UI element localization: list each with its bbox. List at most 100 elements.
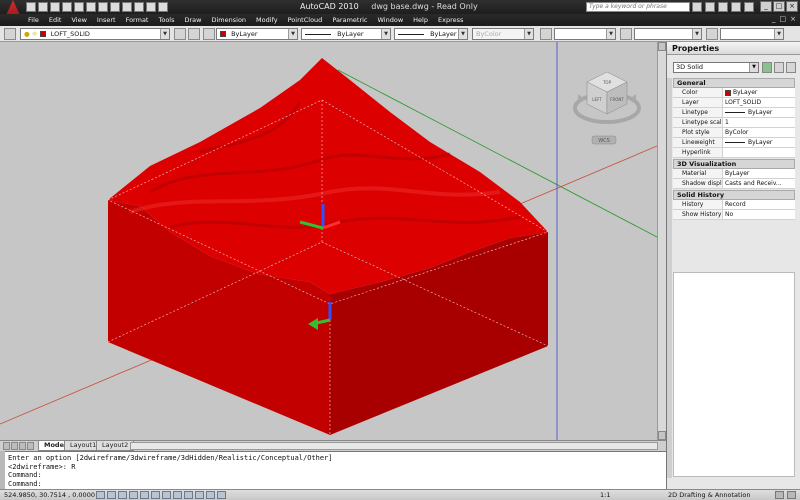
menu-help[interactable]: Help [413, 16, 428, 24]
property-row-linetype[interactable]: Linetype ByLayer [673, 108, 795, 118]
viewcube-top-label[interactable]: TOP [602, 80, 612, 85]
text-style-dropdown[interactable]: ▼ [554, 28, 616, 40]
chevron-down-icon[interactable]: ▼ [458, 29, 467, 39]
tab-first-icon[interactable] [3, 442, 10, 450]
selection-cycling-icon[interactable] [217, 491, 226, 499]
menu-edit[interactable]: Edit [49, 16, 62, 24]
communication-icon[interactable] [718, 2, 728, 12]
plot-icon[interactable] [86, 2, 96, 12]
chevron-down-icon[interactable]: ▼ [606, 29, 615, 39]
vertical-scrollbar[interactable] [657, 42, 666, 440]
save-icon[interactable] [50, 2, 60, 12]
layer-properties-icon[interactable] [4, 28, 16, 40]
layer-previous-icon[interactable] [188, 28, 200, 40]
menu-insert[interactable]: Insert [97, 16, 116, 24]
toggle-pickadd-icon[interactable] [762, 62, 772, 73]
section-header-general[interactable]: General [673, 78, 795, 88]
viewcube[interactable]: TOP LEFT FRONT [573, 71, 641, 124]
coordinate-readout[interactable]: 524.9850, 30.7514 , 0.0000 [4, 491, 95, 499]
3d-object-snap-icon[interactable] [151, 491, 160, 499]
object-snap-tracking-icon[interactable] [162, 491, 171, 499]
table-style-dropdown[interactable]: ▼ [720, 28, 784, 40]
tab-last-icon[interactable] [27, 442, 34, 450]
command-line-grip[interactable] [0, 451, 5, 489]
command-prompt[interactable]: Command: [8, 480, 666, 489]
pan-icon[interactable] [110, 2, 120, 12]
make-current-icon[interactable] [174, 28, 186, 40]
linetype-dropdown[interactable]: ByLayer ▼ [301, 28, 391, 40]
open-icon[interactable] [38, 2, 48, 12]
dynamic-ucs-icon[interactable] [173, 491, 182, 499]
polar-tracking-icon[interactable] [129, 491, 138, 499]
scroll-up-icon[interactable] [658, 42, 666, 51]
property-row-shadow-display[interactable]: Shadow display Casts and Receiv... [673, 179, 795, 189]
zoom-icon[interactable] [98, 2, 108, 12]
snap-mode-icon[interactable] [96, 491, 105, 499]
horizontal-scrollbar[interactable] [130, 442, 658, 450]
ortho-mode-icon[interactable] [118, 491, 127, 499]
favorites-star-icon[interactable] [731, 2, 741, 12]
minimize-button[interactable]: _ [760, 1, 772, 12]
drawing-viewport[interactable]: TOP LEFT FRONT WCS [0, 42, 657, 440]
palette-grip[interactable] [667, 78, 672, 478]
layer-icon[interactable] [134, 2, 144, 12]
new-icon[interactable] [26, 2, 36, 12]
show-lineweight-icon[interactable] [195, 491, 204, 499]
doc-close-button[interactable]: × [790, 15, 796, 23]
chevron-down-icon[interactable]: ▼ [160, 29, 169, 39]
property-row-color[interactable]: Color ByLayer [673, 88, 795, 98]
layer-dropdown[interactable]: ● ☼ LOFT_SOLID ▼ [20, 28, 170, 40]
quick-select-icon[interactable] [786, 62, 796, 73]
qat-menu-icon[interactable] [158, 2, 168, 12]
menu-modify[interactable]: Modify [256, 16, 278, 24]
tab-next-icon[interactable] [19, 442, 26, 450]
tab-prev-icon[interactable] [11, 442, 18, 450]
menu-pointcloud[interactable]: PointCloud [288, 16, 323, 24]
menu-format[interactable]: Format [126, 16, 149, 24]
table-style-icon[interactable] [706, 28, 718, 40]
dynamic-input-icon[interactable] [184, 491, 193, 499]
doc-maximize-button[interactable]: □ [780, 15, 787, 23]
layer-state-icon[interactable] [203, 28, 215, 40]
quick-properties-icon[interactable] [206, 491, 215, 499]
property-row-plot-style[interactable]: Plot style ByColor [673, 128, 795, 138]
menu-parametric[interactable]: Parametric [332, 16, 367, 24]
menu-view[interactable]: View [71, 16, 86, 24]
menu-express[interactable]: Express [438, 16, 463, 24]
color-dropdown[interactable]: ByLayer ▼ [216, 28, 298, 40]
object-snap-icon[interactable] [140, 491, 149, 499]
property-row-layer[interactable]: Layer LOFT_SOLID [673, 98, 795, 108]
property-row-hyperlink[interactable]: Hyperlink [673, 148, 795, 158]
properties-icon[interactable] [122, 2, 132, 12]
menu-dimension[interactable]: Dimension [211, 16, 246, 24]
property-row-history[interactable]: History Record [673, 200, 795, 210]
tab-layout2[interactable]: Layout2 [96, 441, 135, 451]
command-line[interactable]: Enter an option [2dwireframe/3dwireframe… [0, 451, 666, 489]
grid-display-icon[interactable] [107, 491, 116, 499]
menu-tools[interactable]: Tools [158, 16, 174, 24]
viewcube-front-label[interactable]: FRONT [610, 97, 624, 102]
select-objects-icon[interactable] [774, 62, 784, 73]
chevron-down-icon[interactable]: ▼ [288, 29, 297, 39]
chevron-down-icon[interactable]: ▼ [749, 63, 758, 72]
doc-minimize-button[interactable]: _ [772, 15, 776, 23]
section-header-solid-history[interactable]: Solid History [673, 190, 795, 200]
property-row-lineweight[interactable]: Lineweight ByLayer [673, 138, 795, 148]
redo-icon[interactable] [74, 2, 84, 12]
subscription-icon[interactable] [705, 2, 715, 12]
annotation-scale[interactable]: 1:1 [600, 491, 610, 499]
maximize-button[interactable]: □ [773, 1, 785, 12]
undo-icon[interactable] [62, 2, 72, 12]
selection-dropdown[interactable]: 3D Solid ▼ [673, 62, 759, 73]
menu-window[interactable]: Window [378, 16, 404, 24]
property-row-show-history[interactable]: Show History No [673, 210, 795, 220]
scroll-down-icon[interactable] [658, 431, 666, 440]
property-row-material[interactable]: Material ByLayer [673, 169, 795, 179]
wcs-menu[interactable]: WCS [591, 135, 617, 145]
close-button[interactable]: × [786, 1, 798, 12]
dim-style-icon[interactable] [620, 28, 632, 40]
viewcube-left-label[interactable]: LEFT [592, 97, 602, 102]
help-icon[interactable] [744, 2, 754, 12]
lock-icon[interactable] [775, 491, 784, 499]
menu-draw[interactable]: Draw [185, 16, 202, 24]
